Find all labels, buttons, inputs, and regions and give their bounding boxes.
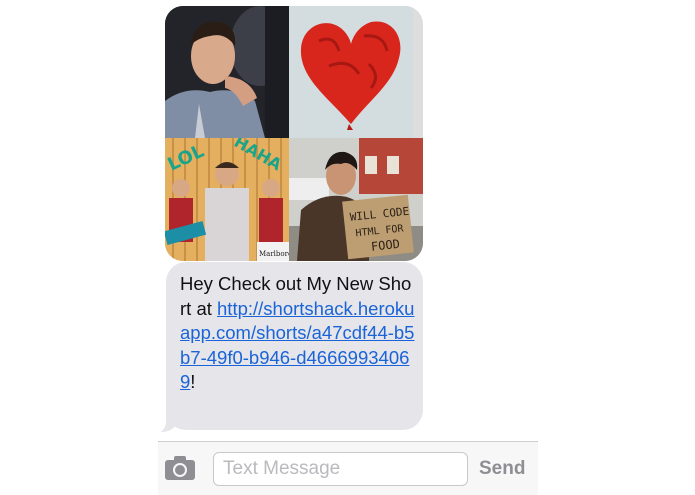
message-suffix: ! <box>190 371 196 392</box>
red-heart-balloon-photo[interactable] <box>289 6 413 138</box>
send-button[interactable]: Send <box>479 458 525 480</box>
sign-holder-photo[interactable]: WILL CODE HTML FOR FOOD <box>289 138 423 261</box>
lol-haha-collage-photo[interactable]: LOL HAHA Marlboro <box>165 138 289 261</box>
portrait-photo[interactable] <box>165 6 289 138</box>
message-input-placeholder: Text Message <box>223 458 341 479</box>
message-text: Hey Check out My New Short at http://sho… <box>180 272 415 395</box>
marlboro-caption: Marlboro <box>259 250 289 258</box>
photo-collage[interactable]: LOL HAHA Marlboro WILL CODE HTML FOR FOO… <box>165 6 423 261</box>
camera-icon[interactable] <box>164 454 196 482</box>
message-input[interactable]: Text Message <box>213 452 468 486</box>
